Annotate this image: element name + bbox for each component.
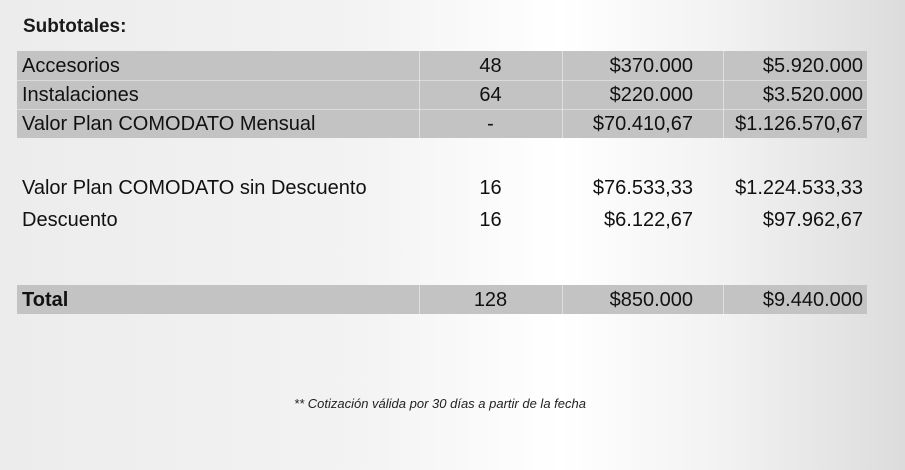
row-total: $3.520.000 — [762, 84, 863, 106]
row-unit-price: $76.533,33 — [592, 177, 693, 199]
subtotals-title: Subtotales: — [23, 16, 127, 37]
row-total: $1.126.570,67 — [735, 113, 863, 135]
table-row: Valor Plan COMODATO Mensual - $70.410,67… — [17, 109, 867, 138]
row-label: Descuento — [22, 209, 118, 231]
total-unit-price: $850.000 — [609, 289, 693, 311]
row-quantity: 64 — [479, 84, 502, 106]
row-label: Instalaciones — [22, 84, 139, 106]
row-total: $97.962,67 — [762, 209, 863, 231]
row-label: Accesorios — [22, 55, 120, 77]
row-quantity: 16 — [479, 177, 502, 199]
table-row: Descuento 16 $6.122,67 $97.962,67 — [17, 205, 867, 234]
total-quantity: 128 — [473, 289, 508, 311]
validity-note: ** Cotización válida por 30 días a parti… — [294, 396, 586, 411]
row-label: Valor Plan COMODATO sin Descuento — [22, 177, 367, 199]
row-unit-price: $70.410,67 — [592, 113, 693, 135]
row-total: $5.920.000 — [762, 55, 863, 77]
row-quantity: 48 — [479, 55, 502, 77]
row-quantity: 16 — [479, 209, 502, 231]
row-quantity: - — [487, 113, 494, 135]
total-amount: $9.440.000 — [762, 289, 863, 311]
total-row: Total 128 $850.000 $9.440.000 — [17, 285, 867, 314]
total-label: Total — [22, 289, 69, 311]
row-unit-price: $370.000 — [609, 55, 693, 77]
row-unit-price: $220.000 — [609, 84, 693, 106]
table-row: Accesorios 48 $370.000 $5.920.000 — [17, 51, 867, 80]
row-total: $1.224.533,33 — [735, 177, 863, 199]
row-label: Valor Plan COMODATO Mensual — [22, 113, 316, 135]
table-row: Valor Plan COMODATO sin Descuento 16 $76… — [17, 173, 867, 202]
table-row: Instalaciones 64 $220.000 $3.520.000 — [17, 80, 867, 109]
row-unit-price: $6.122,67 — [604, 209, 693, 231]
